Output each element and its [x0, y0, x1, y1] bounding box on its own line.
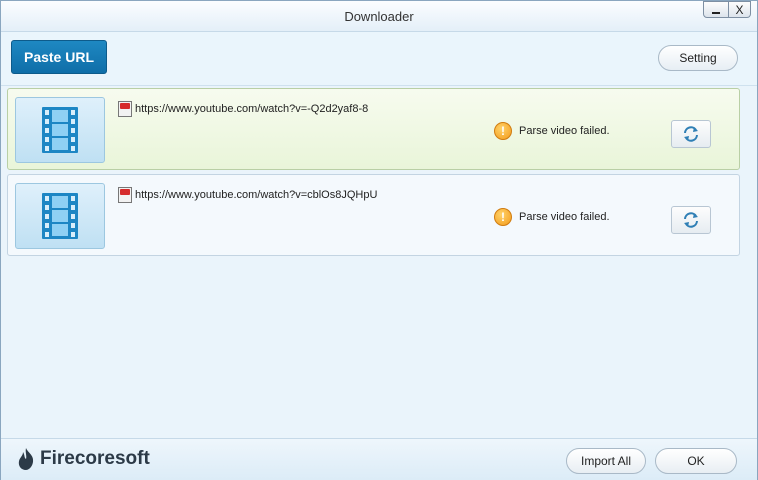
- setting-button[interactable]: Setting: [658, 45, 738, 71]
- toolbar: Paste URL Setting: [1, 32, 757, 86]
- downloader-window: Downloader X Paste URL Setting https://w…: [0, 0, 758, 480]
- import-all-button[interactable]: Import All: [566, 448, 646, 474]
- window-title: Downloader: [344, 9, 414, 24]
- status: ! Parse video failed.: [494, 208, 610, 226]
- retry-button[interactable]: [671, 206, 711, 234]
- youtube-icon: [118, 187, 132, 203]
- video-thumbnail: [15, 183, 105, 249]
- film-strip-icon: [42, 193, 78, 239]
- brand-logo: Firecoresoft: [15, 447, 150, 471]
- refresh-icon: [684, 212, 698, 228]
- video-thumbnail: [15, 97, 105, 163]
- status-text: Parse video failed.: [519, 125, 610, 137]
- film-strip-icon: [42, 107, 78, 153]
- window-controls: X: [703, 1, 751, 18]
- flame-icon: [18, 448, 34, 470]
- minimize-button[interactable]: [703, 1, 729, 18]
- video-url: https://www.youtube.com/watch?v=-Q2d2yaf…: [135, 103, 369, 115]
- download-item[interactable]: https://www.youtube.com/watch?v=-Q2d2yaf…: [7, 88, 740, 170]
- status-text: Parse video failed.: [519, 211, 610, 223]
- warning-icon: !: [494, 208, 512, 226]
- refresh-icon: [684, 126, 698, 142]
- warning-icon: !: [494, 122, 512, 140]
- brand-name: Firecoresoft: [40, 448, 150, 469]
- youtube-icon: [118, 101, 132, 117]
- video-url: https://www.youtube.com/watch?v=cblOs8JQ…: [135, 189, 378, 201]
- status: ! Parse video failed.: [494, 122, 610, 140]
- close-button[interactable]: X: [729, 1, 751, 18]
- footer: Firecoresoft Import All OK: [1, 438, 757, 480]
- title-bar[interactable]: Downloader X: [1, 1, 757, 32]
- paste-url-button[interactable]: Paste URL: [11, 40, 107, 74]
- download-item[interactable]: https://www.youtube.com/watch?v=cblOs8JQ…: [7, 174, 740, 256]
- minimize-icon: [712, 11, 720, 14]
- download-list: https://www.youtube.com/watch?v=-Q2d2yaf…: [7, 88, 740, 260]
- ok-button[interactable]: OK: [655, 448, 737, 474]
- retry-button[interactable]: [671, 120, 711, 148]
